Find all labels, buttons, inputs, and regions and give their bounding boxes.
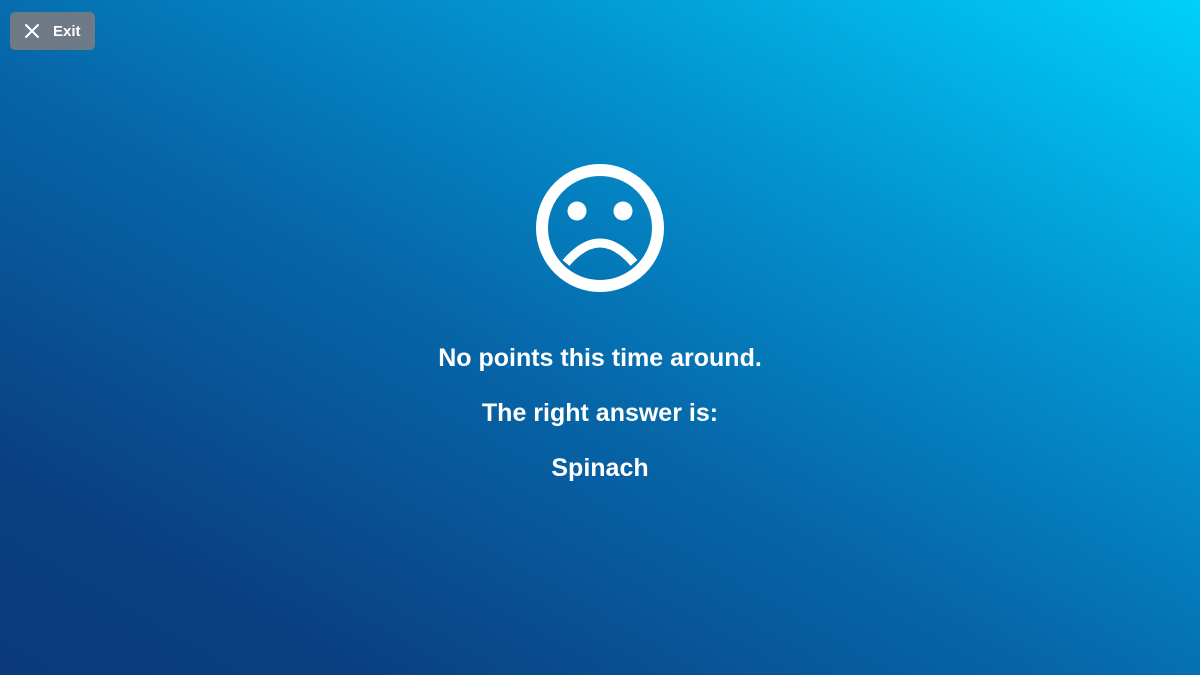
sad-face-icon <box>535 163 665 293</box>
answer-prompt: The right answer is: <box>481 399 719 427</box>
exit-button[interactable]: Exit <box>10 12 95 50</box>
result-message: No points this time around. <box>438 344 762 372</box>
correct-answer: Spinach <box>551 454 649 482</box>
exit-label: Exit <box>53 22 81 40</box>
close-icon <box>24 23 40 39</box>
